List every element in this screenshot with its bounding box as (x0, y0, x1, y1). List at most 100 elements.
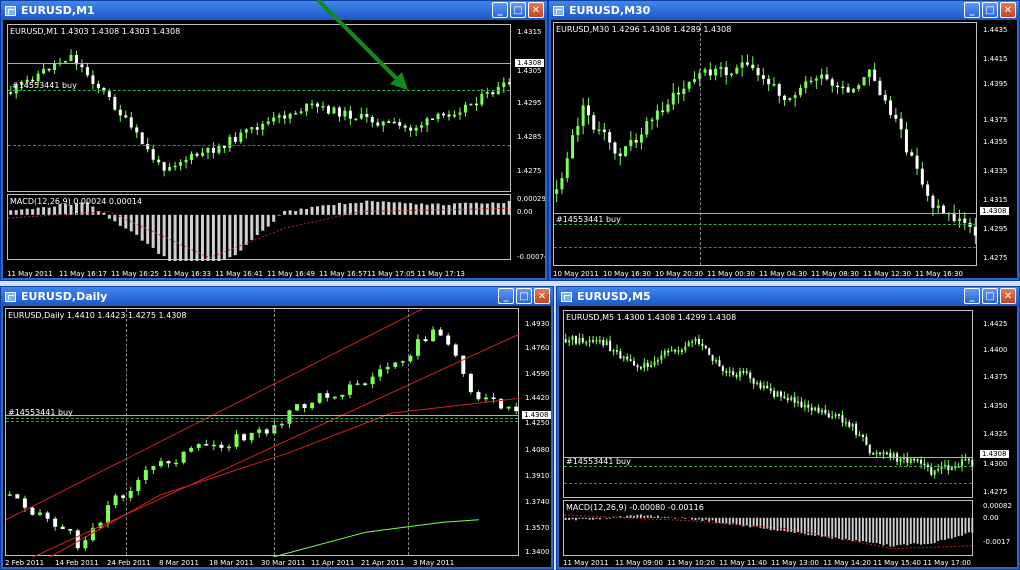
minimize-button[interactable]: _ (964, 2, 980, 18)
candle-body (875, 452, 878, 454)
candle-body (597, 129, 601, 132)
candle-body (151, 466, 156, 470)
candle-body (438, 329, 443, 336)
candle-body (667, 350, 670, 353)
candle-body (321, 106, 325, 108)
candle-body (348, 110, 352, 119)
candle-body (316, 103, 320, 107)
maximize-button[interactable]: □ (510, 2, 526, 18)
chart-window-m5[interactable]: EURUSD,M5 _ □ ✕ EURUSD,M5 1.4300 1.4308 … (556, 286, 1020, 570)
macd-pane-m1[interactable]: MACD(12,26,9) 0.00024 0.00014 (7, 194, 512, 261)
macd-tick: 0.00082 (983, 502, 1012, 510)
close-button[interactable]: ✕ (1000, 288, 1016, 304)
close-button[interactable]: ✕ (528, 2, 544, 18)
candle-body (568, 340, 571, 343)
candle-body (779, 391, 782, 397)
y-tick: 1.4295 (517, 99, 542, 107)
chart-area-m1[interactable]: EURUSD,M1 1.4303 1.4308 1.4303 1.4308 #1… (3, 20, 545, 278)
price-pane-daily[interactable]: EURUSD,Daily 1.4410 1.4423 1.4275 1.4308… (5, 308, 520, 557)
candle-body (626, 356, 629, 360)
candle-body (742, 371, 745, 373)
candle-body (682, 88, 686, 94)
y-tick: 1.4325 (983, 430, 1008, 438)
price-pane-m1[interactable]: EURUSD,M1 1.4303 1.4308 1.4303 1.4308 #1… (7, 24, 511, 192)
candle-body (211, 444, 216, 447)
candle-body (217, 145, 221, 153)
minimize-button[interactable]: _ (498, 288, 514, 304)
candle-body (107, 91, 111, 98)
y-tick: 1.4275 (983, 254, 1008, 262)
candle-body (68, 529, 73, 531)
maximize-button[interactable]: □ (516, 288, 532, 304)
candle-body (60, 526, 65, 530)
candle-body (118, 109, 122, 116)
y-tick: 1.4400 (983, 346, 1008, 354)
chart-window-m1[interactable]: EURUSD,M1 _ □ ✕ EURUSD,M1 1.4303 1.4308 … (0, 0, 548, 281)
maximize-button[interactable]: □ (982, 288, 998, 304)
title-bar-m1[interactable]: EURUSD,M1 _ □ ✕ (1, 1, 547, 20)
candle-body (381, 121, 385, 126)
candle-body (930, 467, 933, 475)
window-title-m5: EURUSD,M5 (577, 290, 651, 303)
candle-body (414, 127, 418, 131)
candle-body (491, 397, 496, 400)
candle-body (393, 362, 398, 367)
candle-body (409, 127, 413, 131)
title-bar-m5[interactable]: EURUSD,M5 _ □ ✕ (557, 287, 1019, 306)
price-pane-m30[interactable]: EURUSD,M30 1.4296 1.4308 1.4289 1.4308 #… (553, 22, 977, 266)
candle-body (708, 69, 712, 76)
chart-window-daily[interactable]: EURUSD,Daily _ □ ✕ EURUSD,Daily 1.4410 1… (0, 286, 554, 570)
macd-tick: 0.00 (983, 514, 999, 522)
title-bar-daily[interactable]: EURUSD,Daily _ □ ✕ (1, 287, 553, 306)
candles-daily (6, 309, 520, 557)
candle-body (772, 84, 776, 86)
candle-body (609, 340, 612, 352)
candle-body (788, 97, 792, 100)
x-tick: 14 Feb 2011 (55, 559, 99, 567)
candle-body (851, 88, 855, 93)
candle-body (91, 75, 95, 84)
chart-info-m5: EURUSD,M5 1.4300 1.4308 1.4299 1.4308 (566, 313, 737, 322)
candle-body (9, 92, 13, 94)
title-bar-m30[interactable]: EURUSD,M30 _ □ ✕ (549, 1, 1019, 20)
candle-body (378, 369, 383, 377)
candle-body (15, 494, 20, 499)
candle-body (691, 341, 694, 343)
candle-body (588, 340, 591, 342)
minimize-button[interactable]: _ (492, 2, 508, 18)
candle-body (226, 446, 231, 449)
candle-body (239, 132, 243, 142)
macd-pane-m5[interactable]: MACD(12,26,9) -0.00080 -0.00116 (563, 500, 974, 556)
close-button[interactable]: ✕ (1000, 2, 1016, 18)
minimize-button[interactable]: _ (964, 288, 980, 304)
window-title-m1: EURUSD,M1 (21, 4, 95, 17)
candle-body (677, 92, 681, 95)
candle-body (370, 376, 375, 385)
chart-area-daily[interactable]: EURUSD,Daily 1.4410 1.4423 1.4275 1.4308… (3, 306, 551, 567)
y-tick: 1.4250 (525, 419, 550, 427)
chart-area-m30[interactable]: EURUSD,M30 1.4296 1.4308 1.4289 1.4308 #… (551, 20, 1017, 278)
candle-body (423, 339, 428, 342)
candle-body (855, 423, 858, 435)
candle-body (425, 118, 429, 126)
candle-body (38, 512, 43, 515)
close-button[interactable]: ✕ (534, 288, 550, 304)
candle-body (113, 495, 118, 506)
chart-area-m5[interactable]: EURUSD,M5 1.4300 1.4308 1.4299 1.4308 #1… (559, 306, 1017, 567)
candle-body (581, 337, 584, 343)
maximize-button[interactable]: □ (982, 2, 998, 18)
y-tick: 1.4335 (983, 167, 1008, 175)
candle-body (113, 97, 117, 110)
bid-line-daily (6, 415, 518, 416)
candle-body (964, 458, 967, 461)
candle-body (883, 94, 887, 101)
price-pane-m5[interactable]: EURUSD,M5 1.4300 1.4308 1.4299 1.4308 #1… (563, 310, 974, 498)
candle-body (653, 361, 656, 366)
chart-window-m30[interactable]: EURUSD,M30 _ □ ✕ EURUSD,M30 1.4296 1.430… (548, 0, 1020, 281)
candle-body (181, 451, 186, 463)
x-tick: 11 May 16:33 (163, 270, 212, 278)
candle-body (643, 362, 646, 368)
candle-body (317, 393, 322, 403)
candle-body (777, 84, 781, 96)
x-tick: 11 May 16:57 (319, 270, 368, 278)
